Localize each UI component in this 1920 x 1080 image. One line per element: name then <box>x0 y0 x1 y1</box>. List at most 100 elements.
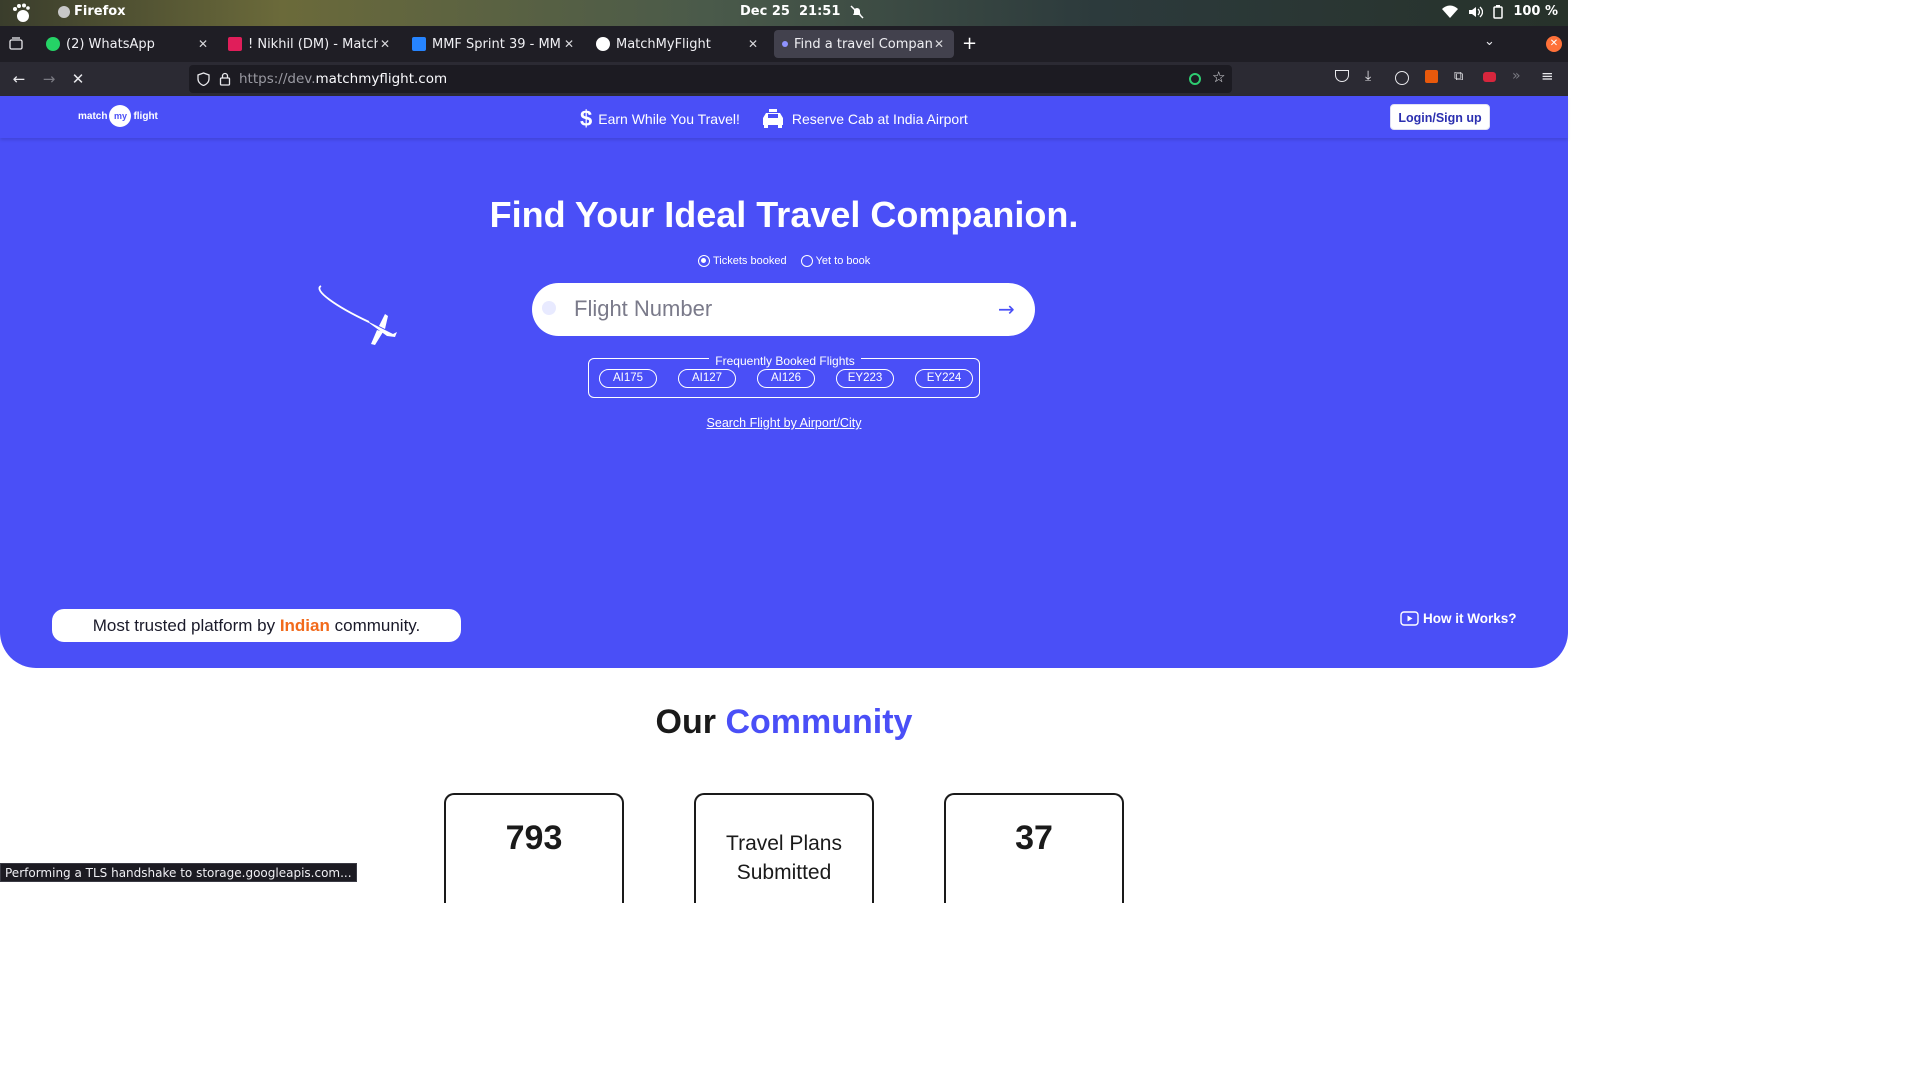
tab-whatsapp[interactable]: (2) WhatsApp ✕ <box>38 30 218 58</box>
loading-icon <box>782 41 788 47</box>
radio-tickets-booked[interactable]: Tickets booked <box>698 255 787 267</box>
trusted-text: Most trusted platform by <box>92 616 276 635</box>
flight-chip[interactable]: EY223 <box>836 369 894 388</box>
frequently-booked-label-wrap: Frequently Booked Flights <box>589 350 981 369</box>
url-prefix: https://dev. <box>239 71 316 87</box>
tab-slack[interactable]: ! Nikhil (DM) - MatchMyFlight ✕ <box>220 30 400 58</box>
frequently-booked-flights: Frequently Booked Flights AI175 AI127 AI… <box>588 354 980 398</box>
url-bar[interactable]: https://dev.matchmyflight.com ☆ <box>189 65 1232 93</box>
app-name: Firefox <box>74 4 126 19</box>
system-top-bar: Firefox Dec 25 21:51 100 % <box>0 0 1568 26</box>
arrow-right-icon[interactable]: → <box>998 297 1015 321</box>
reserve-cab-link[interactable]: Reserve Cab at India Airport <box>760 109 968 129</box>
navigation-bar: ← → ✕ https://dev.matchmyflight.com ☆ ⤓ … <box>0 62 1568 96</box>
clock-text: Dec 25 21:51 <box>740 4 841 19</box>
tab-strip: (2) WhatsApp ✕ ! Nikhil (DM) - MatchMyFl… <box>0 26 1568 62</box>
flight-chip[interactable]: AI127 <box>678 369 736 388</box>
how-it-works-link[interactable]: How it Works? <box>1400 611 1517 626</box>
stat-value: 793 <box>505 819 563 857</box>
site-header: match my flight $ Earn While You Travel!… <box>0 96 1568 138</box>
community-heading-a: Our <box>655 703 716 741</box>
radio-checked-icon <box>698 255 710 267</box>
login-signup-button[interactable]: Login/Sign up <box>1390 104 1490 130</box>
earn-label: Earn While You Travel! <box>598 111 740 127</box>
slack-icon <box>228 37 242 51</box>
extension-orange-icon[interactable] <box>1425 70 1438 83</box>
play-video-icon <box>1400 611 1419 626</box>
flight-number-input[interactable]: Flight Number <box>574 296 712 322</box>
close-icon[interactable]: ✕ <box>378 37 392 51</box>
gnome-foot-icon[interactable] <box>10 3 32 23</box>
lock-icon[interactable] <box>219 72 231 86</box>
stat-card: 37 <box>944 793 1124 903</box>
account-icon[interactable] <box>1395 71 1409 85</box>
list-all-tabs-button[interactable]: ⌄ <box>1484 34 1495 49</box>
booking-status-radio-group: Tickets booked Yet to book <box>698 255 870 267</box>
app-menu[interactable]: Firefox <box>58 4 126 19</box>
app-menu-button[interactable]: ≡ <box>1541 67 1554 85</box>
radio-label: Tickets booked <box>713 255 787 267</box>
stat-value: 37 <box>1015 819 1053 857</box>
logo-mid: my <box>109 105 132 127</box>
bell-muted-icon <box>850 4 864 19</box>
hero-section: match my flight $ Earn While You Travel!… <box>0 96 1568 668</box>
firefox-account-icon[interactable]: ✕ <box>1546 36 1562 52</box>
dollar-icon: $ <box>580 106 593 131</box>
new-tab-button[interactable]: + <box>962 33 977 54</box>
tab-title: MatchMyFlight <box>616 36 711 52</box>
stat-label: Travel Plans Submitted <box>726 832 842 884</box>
airplane-illustration <box>318 285 397 345</box>
url-text: https://dev.matchmyflight.com <box>239 71 447 87</box>
taxi-icon <box>762 109 783 128</box>
url-domain: matchmyflight.com <box>315 71 448 87</box>
community-heading: Our Community <box>0 703 1568 742</box>
trusted-platform-banner: Most trusted platform by Indian communit… <box>52 609 461 642</box>
frequently-booked-label: Frequently Booked Flights <box>709 354 861 368</box>
how-it-works-label: How it Works? <box>1423 611 1517 626</box>
tab-github[interactable]: MatchMyFlight ✕ <box>588 30 768 58</box>
search-by-airport-link[interactable]: Search Flight by Airport/City <box>707 416 862 430</box>
close-icon[interactable]: ✕ <box>932 37 946 51</box>
back-button[interactable]: ← <box>9 69 29 89</box>
close-icon[interactable]: ✕ <box>746 37 760 51</box>
tab-jira[interactable]: MMF Sprint 39 - MMF board ✕ <box>404 30 584 58</box>
logo-right: flight <box>133 110 158 122</box>
ticket-icon <box>542 301 556 315</box>
stat-card: Travel Plans Submitted <box>694 793 874 903</box>
extension-status-icon[interactable] <box>1189 73 1201 85</box>
pocket-icon[interactable] <box>1335 70 1349 82</box>
stop-loading-button[interactable]: ✕ <box>68 69 88 89</box>
forward-button[interactable]: → <box>39 69 59 89</box>
whatsapp-icon <box>46 37 60 51</box>
tab-title: Find a travel Companion <box>794 36 932 52</box>
clock[interactable]: Dec 25 21:51 <box>740 4 864 19</box>
cab-label: Reserve Cab at India Airport <box>791 111 968 127</box>
hero-headline: Find Your Ideal Travel Companion. <box>489 194 1079 235</box>
extension-red-icon[interactable] <box>1483 72 1496 82</box>
close-icon[interactable]: ✕ <box>196 37 210 51</box>
radio-label: Yet to book <box>815 255 871 267</box>
tab-find-travel-companion[interactable]: Find a travel Companion ✕ <box>774 30 954 58</box>
battery-icon <box>1493 4 1504 19</box>
firefox-icon <box>58 5 70 18</box>
jira-icon <box>412 37 426 51</box>
shield-icon[interactable] <box>197 72 210 86</box>
downloads-icon[interactable]: ⤓ <box>1365 68 1371 84</box>
flight-chip[interactable]: AI126 <box>757 369 815 388</box>
close-icon[interactable]: ✕ <box>562 37 576 51</box>
bookmark-star-icon[interactable]: ☆ <box>1212 68 1225 86</box>
radio-yet-to-book[interactable]: Yet to book <box>800 255 871 267</box>
extensions-puzzle-icon[interactable]: ⧉ <box>1454 69 1463 84</box>
tab-title: (2) WhatsApp <box>66 36 155 52</box>
status-area[interactable]: 100 % <box>1442 4 1558 19</box>
earn-while-travel-link[interactable]: $ Earn While You Travel! <box>580 106 740 132</box>
tab-title: MMF Sprint 39 - MMF board <box>432 36 562 52</box>
flight-chip[interactable]: EY224 <box>915 369 973 388</box>
tab-title: ! Nikhil (DM) - MatchMyFlight <box>248 36 378 52</box>
overflow-chevron-icon[interactable]: » <box>1512 68 1521 84</box>
site-nav-links: $ Earn While You Travel! Reserve Cab at … <box>580 106 968 132</box>
flight-search-box: Flight Number → <box>532 283 1035 336</box>
flight-chip[interactable]: AI175 <box>599 369 657 388</box>
tab-overview-icon[interactable] <box>9 37 23 51</box>
site-logo[interactable]: match my flight <box>78 105 158 127</box>
